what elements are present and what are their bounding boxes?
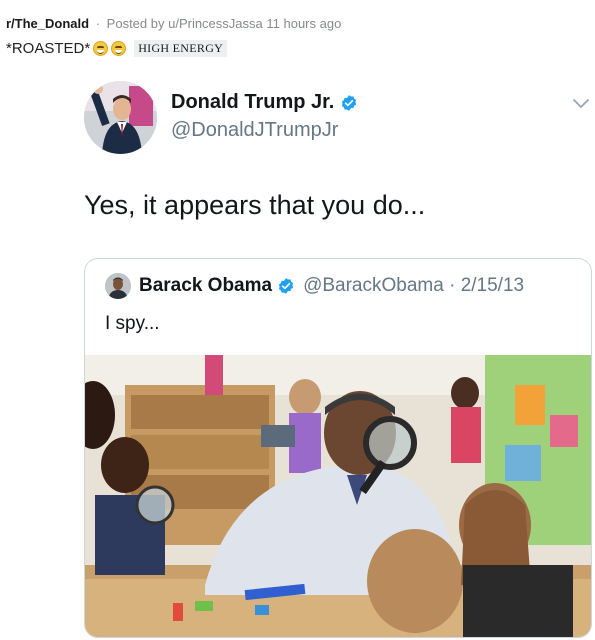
quoted-tweet-text: I spy...: [105, 313, 160, 334]
author-handle[interactable]: @DonaldJTrumpJr: [171, 119, 338, 142]
post-title-row: *ROASTED* HIGH ENERGY: [6, 40, 228, 57]
quoted-tweet-header: Barack Obama @BarackObama · 2/15/13: [105, 273, 524, 299]
post-title[interactable]: *ROASTED*: [6, 40, 90, 57]
post-flair: HIGH ENERGY: [134, 40, 228, 57]
quoted-author-name[interactable]: Barack Obama: [139, 275, 272, 297]
grinning-squinting-face-icon: [93, 41, 109, 56]
meta-separator: ·: [95, 16, 101, 31]
verified-badge-icon: [342, 94, 357, 111]
author-name[interactable]: Donald Trump Jr.: [171, 91, 358, 114]
quoted-tweet-photo[interactable]: [85, 355, 591, 637]
post-meta: r/The_Donald · Posted by u/PrincessJassa…: [6, 16, 341, 31]
grinning-squinting-face-icon: [111, 41, 127, 56]
chevron-down-icon[interactable]: [572, 98, 590, 110]
subreddit-link[interactable]: r/The_Donald: [6, 16, 89, 31]
posted-by-link[interactable]: Posted by u/PrincessJassa: [107, 16, 263, 31]
verified-badge-icon: [278, 278, 294, 294]
tweet-embed: Donald Trump Jr. @DonaldJTrumpJr Yes, it…: [80, 78, 592, 640]
quoted-author-avatar[interactable]: [105, 273, 131, 299]
post-time: 11 hours ago: [266, 16, 342, 31]
author-avatar[interactable]: [84, 81, 157, 154]
quoted-handle-date[interactable]: @BarackObama · 2/15/13: [303, 275, 524, 297]
tweet-text: Yes, it appears that you do...: [84, 190, 426, 220]
quoted-tweet[interactable]: Barack Obama @BarackObama · 2/15/13 I sp…: [84, 258, 592, 638]
author-name-text: Donald Trump Jr.: [171, 91, 335, 113]
